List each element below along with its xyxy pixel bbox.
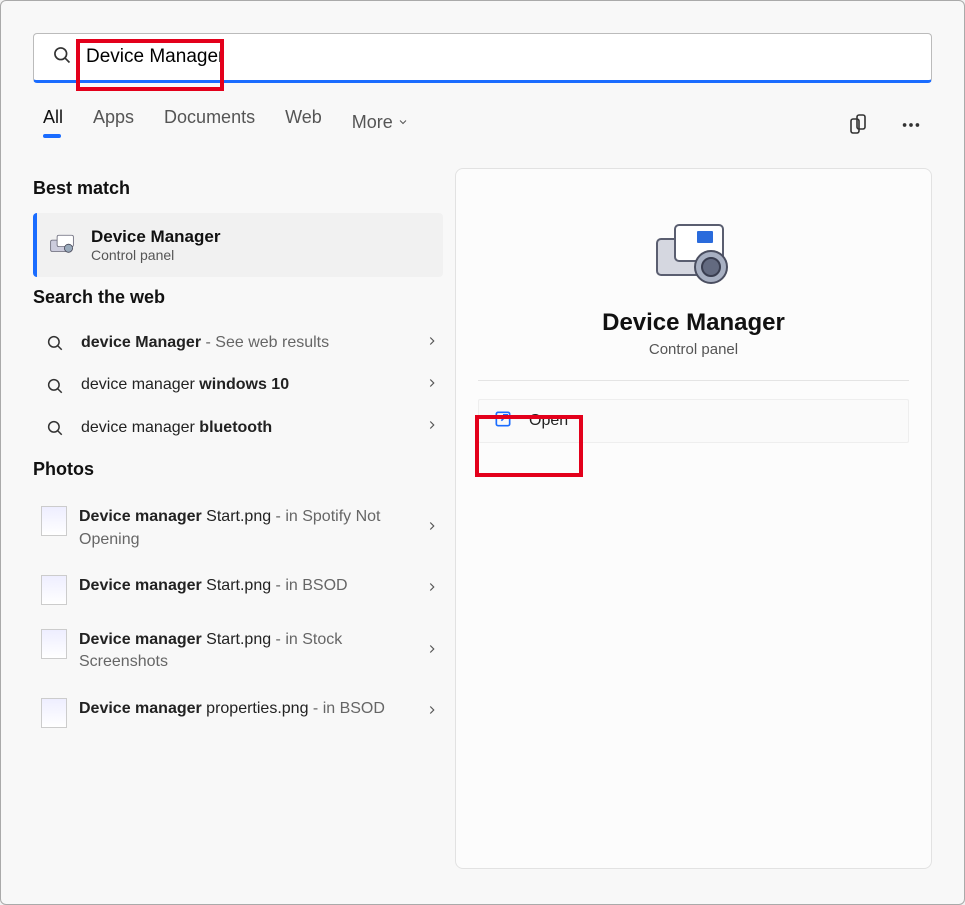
best-match-subtitle: Control panel xyxy=(91,247,220,263)
search-icon xyxy=(41,419,69,437)
web-result-bold: windows 10 xyxy=(199,376,289,393)
chevron-right-icon xyxy=(425,703,439,722)
tab-documents[interactable]: Documents xyxy=(164,107,255,148)
photo-thumb-icon xyxy=(41,698,67,728)
web-result[interactable]: device manager windows 10 xyxy=(33,364,443,406)
photo-name-rest: Start.png xyxy=(202,508,271,525)
more-options-icon[interactable] xyxy=(900,114,922,141)
search-input[interactable] xyxy=(84,45,913,69)
chevron-right-icon xyxy=(425,418,439,437)
preview-title: Device Manager xyxy=(478,309,909,337)
web-result[interactable]: device Manager - See web results xyxy=(33,322,443,364)
search-icon xyxy=(41,334,69,352)
chevron-right-icon xyxy=(425,376,439,395)
tab-apps[interactable]: Apps xyxy=(93,107,134,148)
chevron-down-icon xyxy=(397,112,409,133)
photo-thumb-icon xyxy=(41,575,67,605)
mobile-link-icon[interactable] xyxy=(846,113,870,142)
photo-result[interactable]: Device manager Start.png - in BSOD xyxy=(33,563,443,617)
photo-location: - in BSOD xyxy=(271,577,347,594)
photo-thumb-icon xyxy=(41,629,67,659)
results-column: Best match Device Manager Control panel … xyxy=(33,168,443,869)
chevron-right-icon xyxy=(425,519,439,538)
photo-name-rest: properties.png xyxy=(202,700,309,717)
best-match-title: Device Manager xyxy=(91,227,220,247)
open-external-icon xyxy=(493,409,513,434)
preview-panel: Device Manager Control panel Open xyxy=(455,168,932,869)
photo-name-bold: Device manager xyxy=(79,508,202,525)
photo-name-rest: Start.png xyxy=(202,577,271,594)
photo-result[interactable]: Device manager Start.png - in Stock Scre… xyxy=(33,617,443,686)
best-match-item[interactable]: Device Manager Control panel xyxy=(33,213,443,277)
tab-all[interactable]: All xyxy=(43,107,63,148)
photo-location: - in BSOD xyxy=(308,700,384,717)
web-result-prefix: device manager xyxy=(81,376,199,393)
web-result-prefix: device manager xyxy=(81,419,199,436)
device-manager-large-icon xyxy=(478,199,909,303)
photo-name-bold: Device manager xyxy=(79,631,202,648)
web-result-bold: bluetooth xyxy=(199,419,272,436)
tab-web[interactable]: Web xyxy=(285,107,322,148)
web-result-suffix: - See web results xyxy=(201,334,329,351)
photo-name-rest: Start.png xyxy=(202,631,271,648)
photo-name-bold: Device manager xyxy=(79,700,202,717)
content-area: Best match Device Manager Control panel … xyxy=(1,158,964,901)
search-box[interactable] xyxy=(33,33,932,83)
chevron-right-icon xyxy=(425,334,439,353)
tab-more-label: More xyxy=(352,112,393,133)
tabs-actions xyxy=(846,113,922,142)
open-label: Open xyxy=(529,412,568,430)
web-result-bold: device Manager xyxy=(81,334,201,351)
photo-result[interactable]: Device manager Start.png - in Spotify No… xyxy=(33,494,443,563)
photos-heading: Photos xyxy=(33,459,443,480)
divider xyxy=(478,380,909,381)
photo-result[interactable]: Device manager properties.png - in BSOD xyxy=(33,686,443,740)
open-button[interactable]: Open xyxy=(478,399,909,443)
best-match-heading: Best match xyxy=(33,178,443,199)
chevron-right-icon xyxy=(425,580,439,599)
preview-subtitle: Control panel xyxy=(478,341,909,380)
device-manager-icon xyxy=(49,233,75,257)
chevron-right-icon xyxy=(425,642,439,661)
search-bar-container xyxy=(1,1,964,83)
tab-more[interactable]: More xyxy=(352,107,409,148)
web-result[interactable]: device manager bluetooth xyxy=(33,407,443,449)
search-icon xyxy=(41,377,69,395)
tabs-row: All Apps Documents Web More xyxy=(1,83,964,158)
search-window: All Apps Documents Web More xyxy=(0,0,965,905)
search-icon xyxy=(52,45,72,70)
web-heading: Search the web xyxy=(33,287,443,308)
tabs: All Apps Documents Web More xyxy=(43,107,409,148)
photo-name-bold: Device manager xyxy=(79,577,202,594)
photo-thumb-icon xyxy=(41,506,67,536)
best-match-text: Device Manager Control panel xyxy=(91,227,220,263)
